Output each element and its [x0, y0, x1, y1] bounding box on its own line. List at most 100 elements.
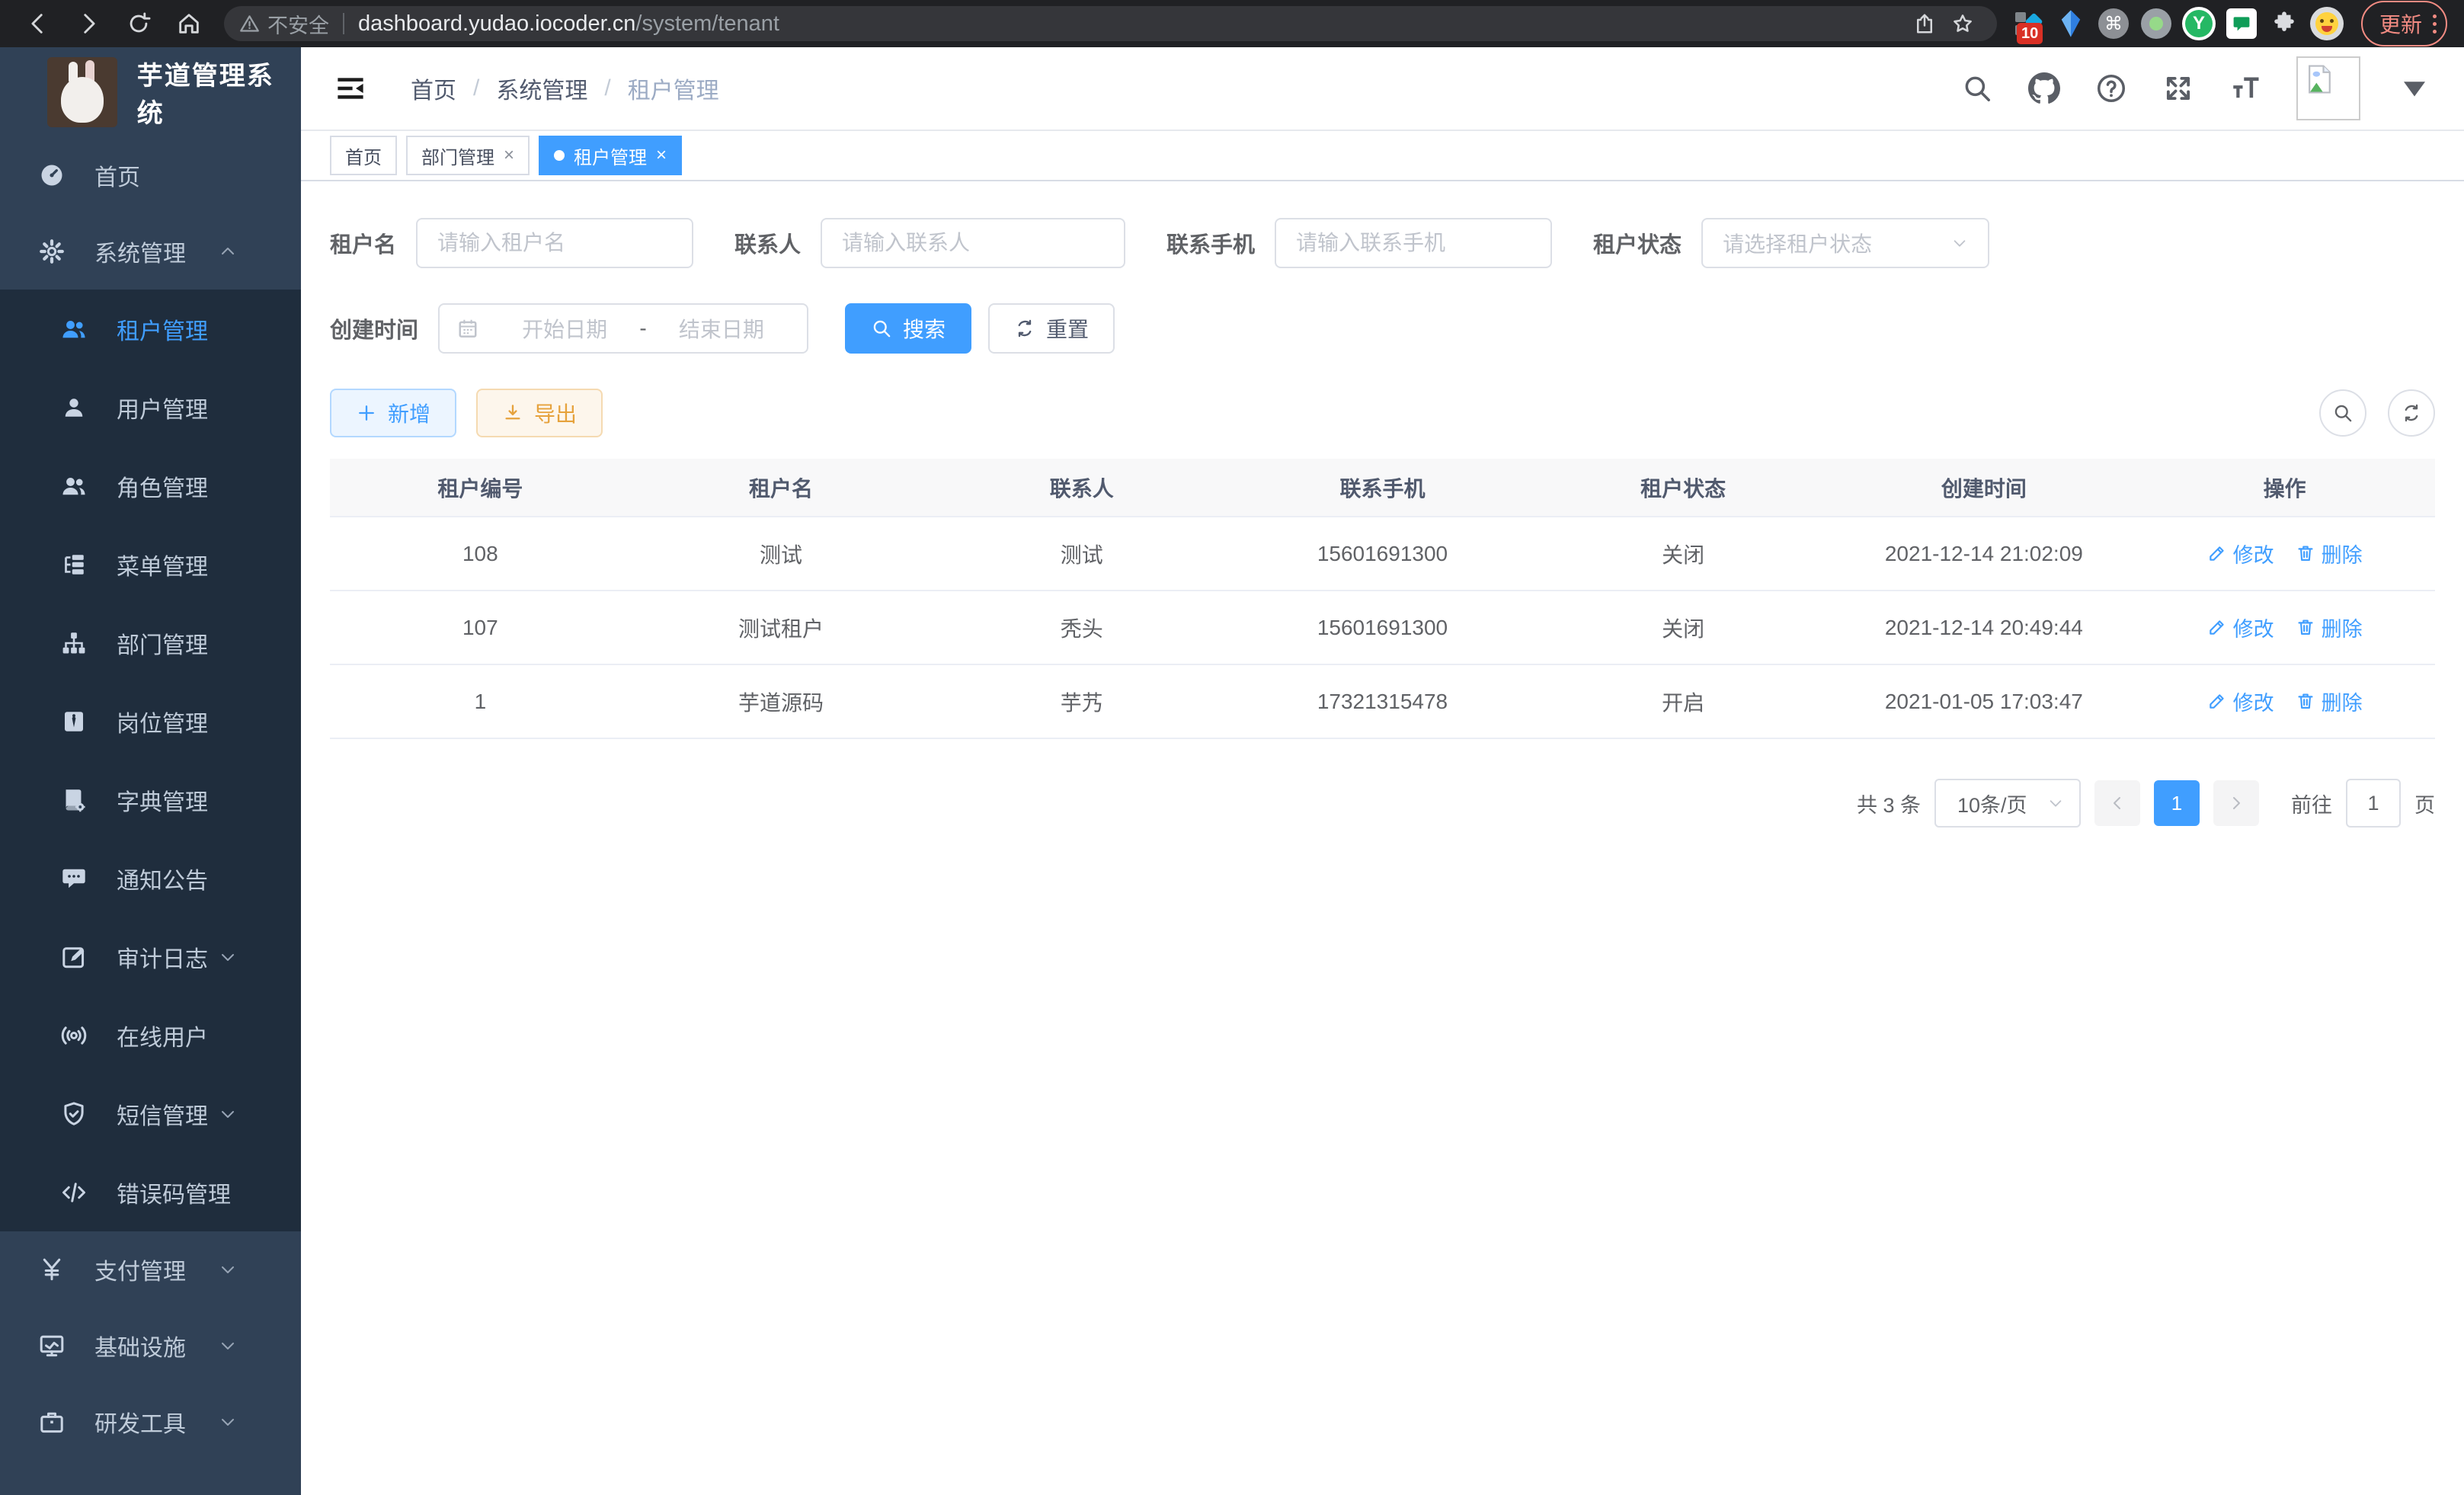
sidebar-item-notice-announcement[interactable]: 通知公告 [0, 839, 301, 917]
delete-link[interactable]: 删除 [2296, 539, 2363, 568]
logo-avatar [47, 57, 117, 127]
table-row: 1芋道源码芋艿17321315478开启2021-01-05 17:03:47修… [330, 664, 2435, 738]
github-icon[interactable] [2028, 72, 2060, 104]
sidebar-menu: 首页系统管理租户管理用户管理角色管理菜单管理部门管理岗位管理字典管理通知公告审计… [0, 137, 301, 1495]
sidebar-item-dict-management[interactable]: 字典管理 [0, 760, 301, 839]
column-header: 创建时间 [1834, 459, 2135, 517]
delete-link[interactable]: 删除 [2296, 613, 2363, 642]
contact-input[interactable] [842, 231, 1104, 255]
plus-icon [356, 402, 377, 424]
status-select[interactable]: 请选择租户状态 [1701, 218, 1989, 268]
page-number-1[interactable]: 1 [2154, 780, 2200, 826]
next-page-button[interactable] [2213, 780, 2259, 826]
home-icon[interactable] [168, 5, 210, 42]
sidebar-item-label: 用户管理 [117, 391, 270, 424]
chrome-update-button[interactable]: 更新 [2361, 1, 2447, 46]
tab-home[interactable]: 首页 [330, 136, 397, 175]
mobile-input[interactable] [1296, 231, 1531, 255]
sidebar-item-sms-management[interactable]: 短信管理 [0, 1074, 301, 1153]
sidebar-collapse-icon[interactable] [334, 72, 366, 104]
edit-icon [2207, 543, 2227, 563]
user-menu-caret-icon[interactable] [2398, 72, 2430, 104]
create-time-label: 创建时间 [330, 312, 418, 344]
sidebar-item-system-management[interactable]: 系统管理 [0, 213, 301, 290]
command-circle-icon[interactable]: ⌘ [2096, 6, 2131, 41]
tenant-table: 租户编号租户名联系人联系手机租户状态创建时间操作 108测试测试15601691… [330, 459, 2435, 739]
cell-mobile: 15601691300 [1232, 517, 1533, 591]
tenant-name-input[interactable] [437, 231, 672, 255]
close-icon[interactable]: × [504, 145, 514, 166]
cell-id: 1 [330, 664, 631, 738]
tab-label: 租户管理 [574, 142, 647, 169]
edit-link[interactable]: 修改 [2207, 539, 2274, 568]
omnibox-divider [343, 13, 344, 34]
font-size-icon[interactable] [2229, 72, 2261, 104]
date-range-picker[interactable]: 开始日期 - 结束日期 [438, 303, 808, 354]
site-security[interactable]: 不安全 [239, 9, 329, 39]
sidebar-item-dev-tools[interactable]: 研发工具 [0, 1384, 301, 1460]
search-button[interactable]: 搜索 [845, 303, 971, 354]
goto-page-input[interactable]: 1 [2346, 779, 2401, 828]
header-search-icon[interactable] [1961, 72, 1993, 104]
search-icon [2332, 402, 2354, 424]
cell-mobile: 15601691300 [1232, 591, 1533, 664]
edit-link[interactable]: 修改 [2207, 613, 2274, 642]
sidebar-item-user-management[interactable]: 用户管理 [0, 368, 301, 447]
end-date-placeholder[interactable]: 结束日期 [653, 313, 790, 344]
add-button[interactable]: 新增 [330, 389, 456, 437]
share-icon[interactable] [1906, 7, 1944, 40]
sidebar-item-menu-management[interactable]: 菜单管理 [0, 525, 301, 603]
refresh-table-button[interactable] [2388, 389, 2435, 437]
tags-view-bar: 首页部门管理× 租户管理 × [301, 130, 2464, 181]
breadcrumb-system[interactable]: 系统管理 [496, 72, 587, 105]
sidebar-item-dept-management[interactable]: 部门管理 [0, 603, 301, 682]
tab-tenant-management[interactable]: 租户管理 × [539, 136, 682, 175]
chevron-down-icon [211, 1337, 245, 1355]
reload-icon[interactable] [117, 5, 160, 42]
chevron-right-icon [2227, 794, 2245, 812]
delete-link[interactable]: 删除 [2296, 687, 2363, 716]
start-date-placeholder[interactable]: 开始日期 [496, 313, 633, 344]
sidebar-logo[interactable]: 芋道管理系统 [0, 47, 301, 137]
sidebar-item-home[interactable]: 首页 [0, 137, 301, 213]
record-circle-icon[interactable] [2139, 6, 2174, 41]
cell-contact: 测试 [931, 517, 1232, 591]
tab-dept-management[interactable]: 部门管理× [406, 136, 530, 175]
chat-square-icon[interactable] [2224, 6, 2259, 41]
pinned-extension-icon[interactable]: 10 [2011, 6, 2046, 41]
export-button[interactable]: 导出 [476, 389, 603, 437]
sidebar-item-label: 基础设施 [94, 1329, 211, 1362]
page-size-select[interactable]: 10条/页 [1934, 779, 2081, 828]
sidebar-item-tenant-management[interactable]: 租户管理 [0, 290, 301, 368]
tenant-name-input-wrap [416, 218, 693, 268]
close-icon[interactable]: × [656, 145, 667, 166]
profile-emoji-icon[interactable] [2309, 6, 2344, 41]
sidebar-item-payment-management[interactable]: 支付管理 [0, 1231, 301, 1308]
browser-menu-icon[interactable] [2433, 14, 2437, 34]
kite-icon[interactable] [2053, 6, 2088, 41]
bookmark-star-icon[interactable] [1944, 7, 1982, 40]
toggle-search-button[interactable] [2319, 389, 2366, 437]
sidebar-item-audit-log[interactable]: 审计日志 [0, 917, 301, 996]
user-avatar[interactable] [2296, 56, 2360, 120]
edit-link[interactable]: 修改 [2207, 687, 2274, 716]
sidebar-item-post-management[interactable]: 岗位管理 [0, 682, 301, 760]
forward-icon[interactable] [67, 5, 110, 42]
back-icon[interactable] [17, 5, 59, 42]
url-bar[interactable]: 不安全 dashboard.yudao.iocoder.cn/system/te… [224, 6, 1997, 41]
fullscreen-icon[interactable] [2162, 72, 2194, 104]
sidebar-item-infrastructure[interactable]: 基础设施 [0, 1308, 301, 1384]
reset-button[interactable]: 重置 [988, 303, 1115, 354]
yuque-icon[interactable]: Y [2181, 6, 2216, 41]
breadcrumb-home[interactable]: 首页 [411, 72, 456, 105]
sidebar-item-error-code-management[interactable]: 错误码管理 [0, 1153, 301, 1231]
help-icon[interactable] [2095, 72, 2127, 104]
pagination: 共 3 条 10条/页 1 前往 1 页 [330, 779, 2435, 828]
sidebar-item-online-users[interactable]: 在线用户 [0, 996, 301, 1074]
puzzle-icon[interactable] [2267, 6, 2302, 41]
page-suffix: 页 [2414, 789, 2435, 818]
prev-page-button[interactable] [2094, 780, 2140, 826]
sidebar-item-role-management[interactable]: 角色管理 [0, 447, 301, 525]
cell-status: 开启 [1533, 664, 1834, 738]
menu-tree-icon [57, 551, 91, 578]
